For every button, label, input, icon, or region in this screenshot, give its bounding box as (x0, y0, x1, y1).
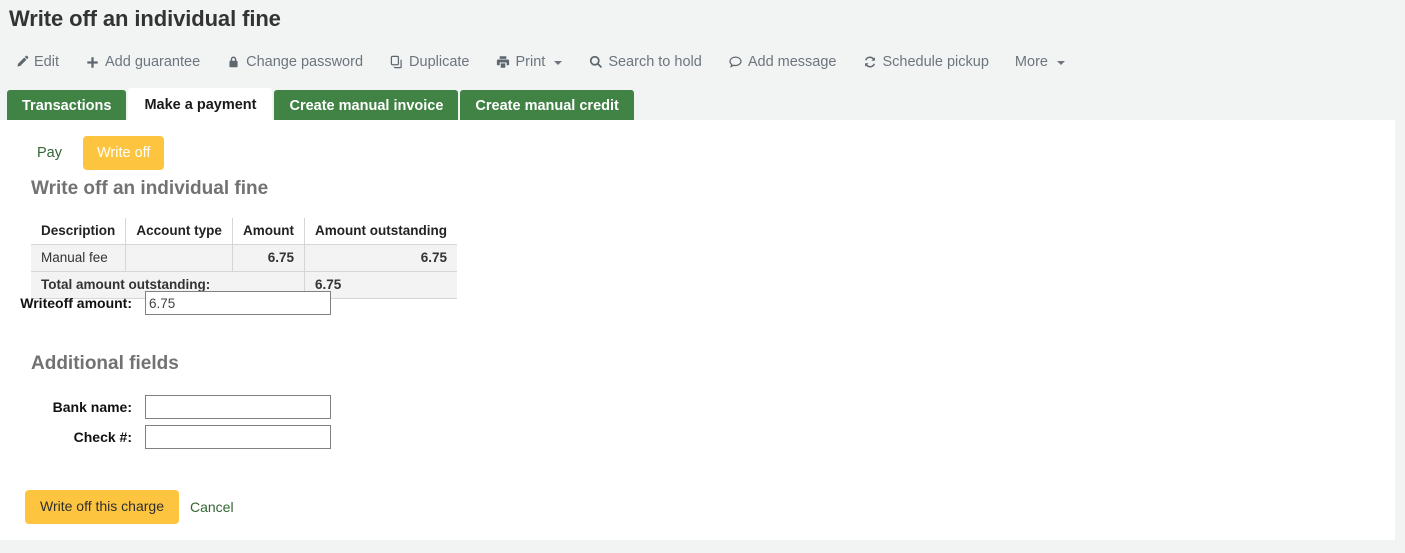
writeoff-amount-label: Writeoff amount: (20, 295, 132, 311)
tab-create-manual-invoice[interactable]: Create manual invoice (274, 90, 459, 123)
fines-table: Description Account type Amount Amount o… (31, 218, 457, 299)
additional-fields-heading: Additional fields (31, 353, 179, 374)
cell-account-type (125, 244, 233, 272)
toolbar-change-password-button[interactable]: Change password (226, 54, 363, 70)
printer-icon (495, 55, 510, 70)
toolbar-search-to-hold-button[interactable]: Search to hold (588, 54, 702, 70)
table-header-row: Description Account type Amount Amount o… (31, 218, 457, 245)
write-off-this-charge-button[interactable]: Write off this charge (25, 490, 179, 524)
table-row: Manual fee 6.75 6.75 (31, 244, 457, 272)
bank-name-input[interactable] (145, 395, 331, 419)
subtab-write-off[interactable]: Write off (83, 136, 165, 170)
column-header-account-type: Account type (125, 218, 233, 245)
column-header-description: Description (31, 218, 127, 245)
action-toolbar: Edit Add guarantee Change password Dupli… (14, 49, 1091, 75)
cancel-link[interactable]: Cancel (190, 499, 234, 515)
toolbar-duplicate-button[interactable]: Duplicate (389, 54, 469, 70)
check-number-label: Check #: (73, 429, 132, 445)
tab-transactions[interactable]: Transactions (7, 90, 127, 123)
payment-mode-switch: Pay Write off (25, 136, 165, 170)
copy-icon (389, 55, 404, 70)
chevron-down-icon (554, 61, 563, 65)
toolbar-change-password-label: Change password (246, 54, 364, 70)
subtab-pay[interactable]: Pay (25, 136, 74, 170)
toolbar-add-guarantee-label: Add guarantee (105, 54, 201, 70)
search-icon (588, 55, 603, 70)
chevron-down-icon (1056, 61, 1065, 65)
writeoff-amount-row: Writeoff amount: (4, 291, 331, 315)
content-panel: Pay Write off Write off an individual fi… (0, 120, 1395, 540)
toolbar-add-message-button[interactable]: Add message (728, 54, 837, 70)
lock-icon (226, 55, 241, 70)
bank-name-row: Bank name: (4, 395, 331, 419)
column-header-amount: Amount (232, 218, 306, 245)
app-window: Write off an individual fine Edit Add gu… (0, 0, 1405, 553)
check-number-row: Check #: (4, 425, 331, 449)
writeoff-heading: Write off an individual fine (31, 178, 269, 199)
comment-icon (728, 55, 743, 70)
toolbar-add-guarantee-button[interactable]: Add guarantee (85, 54, 200, 70)
tab-make-a-payment[interactable]: Make a payment (128, 88, 273, 123)
plus-icon (85, 55, 100, 70)
check-number-input[interactable] (145, 425, 331, 449)
toolbar-edit-button[interactable]: Edit (14, 54, 59, 70)
toolbar-search-to-hold-label: Search to hold (608, 54, 702, 70)
toolbar-add-message-label: Add message (747, 54, 837, 70)
toolbar-more-button[interactable]: More (1015, 54, 1065, 70)
cell-amount-outstanding: 6.75 (304, 244, 457, 272)
toolbar-print-label: Print (515, 54, 546, 70)
column-header-amount-outstanding: Amount outstanding (304, 218, 457, 245)
toolbar-more-label: More (1014, 54, 1048, 70)
bank-name-label: Bank name: (52, 399, 132, 415)
tab-create-manual-credit[interactable]: Create manual credit (460, 90, 634, 123)
cell-description: Manual fee (31, 244, 127, 272)
toolbar-schedule-pickup-button[interactable]: Schedule pickup (863, 54, 989, 70)
writeoff-amount-input[interactable] (145, 291, 331, 315)
toolbar-duplicate-label: Duplicate (409, 54, 470, 70)
toolbar-print-button[interactable]: Print (495, 54, 563, 70)
toolbar-schedule-pickup-label: Schedule pickup (882, 54, 989, 70)
toolbar-edit-label: Edit (34, 54, 59, 70)
refresh-icon (863, 55, 878, 70)
pencil-icon (14, 55, 29, 70)
page-title: Write off an individual fine (9, 6, 281, 31)
account-tabs: Transactions Make a payment Create manua… (7, 88, 634, 123)
cell-amount: 6.75 (232, 244, 306, 272)
form-actions: Write off this charge Cancel (25, 490, 234, 524)
